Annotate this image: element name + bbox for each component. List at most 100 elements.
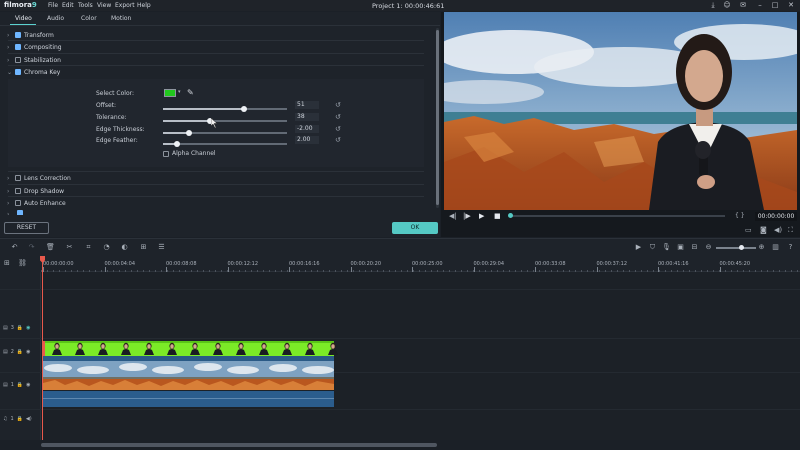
speaker-icon[interactable]: ◀) xyxy=(26,416,32,422)
chevron-right-icon[interactable]: › xyxy=(7,200,15,207)
delete-icon[interactable]: 🗑 xyxy=(46,243,55,252)
desert-clip[interactable] xyxy=(43,377,334,390)
marker-icon[interactable]: ⛉ xyxy=(648,243,657,252)
tolerance-slider[interactable] xyxy=(163,117,287,124)
menu-edit[interactable]: Edit xyxy=(62,2,74,9)
edge-feather-slider[interactable] xyxy=(163,140,287,147)
stop-icon[interactable]: ■ xyxy=(494,212,501,220)
checkbox-transform[interactable] xyxy=(15,32,21,38)
speed-icon[interactable]: ◔ xyxy=(102,243,111,252)
step-back-icon[interactable]: ◀| xyxy=(449,212,457,220)
checkbox-compositing[interactable] xyxy=(15,44,21,50)
lock-icon[interactable]: 🔒 xyxy=(17,382,23,388)
detach-icon[interactable]: ⊟ xyxy=(690,243,699,252)
mail-icon[interactable]: ✉ xyxy=(738,1,748,10)
track-header-video-1[interactable]: ▤ 1 🔒 ◉ xyxy=(3,382,31,388)
reset-tolerance-icon[interactable]: ↺ xyxy=(335,113,343,121)
voiceover-icon[interactable]: ▣ xyxy=(676,243,685,252)
undo-icon[interactable]: ↶ xyxy=(10,243,19,252)
audio-clip[interactable] xyxy=(43,391,334,407)
edge-feather-value[interactable]: 2.00 xyxy=(295,136,319,144)
section-auto-enhance[interactable]: › Auto Enhance xyxy=(7,197,66,209)
reset-edge-feather-icon[interactable]: ↺ xyxy=(335,136,343,144)
link-icon[interactable]: ⛓ xyxy=(18,259,27,267)
render-icon[interactable]: ▶ xyxy=(634,243,643,252)
green-screen-icon[interactable]: ⊞ xyxy=(139,243,148,252)
section-chroma-key[interactable]: ⌄ Chroma Key xyxy=(7,66,60,78)
timeline-scrollbar[interactable] xyxy=(41,443,437,447)
color-swatch[interactable] xyxy=(164,89,176,97)
eye-icon[interactable]: ◉ xyxy=(26,382,30,388)
reset-button[interactable]: RESET xyxy=(4,222,49,234)
sky-clip[interactable] xyxy=(43,361,334,377)
crop-icon[interactable]: ⌗ xyxy=(84,243,93,252)
add-track-icon[interactable]: ⊞ xyxy=(4,259,10,267)
tab-motion[interactable]: Motion xyxy=(111,15,131,22)
playback-scrubber-knob[interactable] xyxy=(508,213,513,218)
user-icon[interactable]: ☺ xyxy=(722,1,732,10)
section-compositing[interactable]: › Compositing xyxy=(7,41,62,53)
menu-file[interactable]: File xyxy=(48,2,58,9)
menu-export[interactable]: Export xyxy=(115,2,135,9)
display-settings-icon[interactable]: ▭ xyxy=(745,226,752,234)
slider-track[interactable] xyxy=(163,143,287,145)
mark-in-out-icon[interactable]: { } xyxy=(735,212,745,219)
minimize-icon[interactable]: – xyxy=(755,1,765,10)
zoom-slider-knob[interactable] xyxy=(739,245,744,250)
playhead[interactable] xyxy=(42,256,43,440)
checkbox-auto-enhance[interactable] xyxy=(15,200,21,206)
chevron-right-icon[interactable]: › xyxy=(7,44,15,51)
tab-color[interactable]: Color xyxy=(81,15,97,22)
track-header-video-3[interactable]: ▤ 3 🔒 ◉ xyxy=(3,325,31,331)
menu-help[interactable]: Help xyxy=(137,2,151,9)
redo-icon[interactable]: ↷ xyxy=(27,243,36,252)
cut-icon[interactable]: ✂ xyxy=(65,243,74,252)
slider-knob[interactable] xyxy=(240,106,247,112)
reset-offset-icon[interactable]: ↺ xyxy=(335,101,343,109)
checkbox-chroma-key[interactable] xyxy=(15,69,21,75)
track-header-audio-1[interactable]: ♫ 1 🔒 ◀) xyxy=(3,416,32,422)
menu-tools[interactable]: Tools xyxy=(78,2,93,9)
checkbox-alpha-channel[interactable] xyxy=(163,150,169,157)
audio-mixer-icon[interactable]: ☰ xyxy=(157,243,166,252)
maximize-icon[interactable]: □ xyxy=(770,1,780,10)
chevron-right-icon[interactable]: › xyxy=(7,32,15,39)
lock-icon[interactable]: 🔒 xyxy=(17,349,23,355)
snap-icon[interactable]: ▥ xyxy=(771,243,780,252)
color-dropdown-icon[interactable]: ▾ xyxy=(178,89,181,95)
microphone-icon[interactable]: 🎙 xyxy=(662,243,671,252)
play-icon[interactable]: ▶ xyxy=(479,212,484,220)
eye-icon[interactable]: ◉ xyxy=(26,349,30,355)
panel-scrollbar-thumb[interactable] xyxy=(436,30,439,205)
chevron-right-icon[interactable]: › xyxy=(7,57,15,64)
edge-thickness-value[interactable]: -2.00 xyxy=(295,125,319,133)
lock-icon[interactable]: 🔒 xyxy=(17,325,23,331)
checkbox-drop-shadow[interactable] xyxy=(15,188,21,194)
tab-video[interactable]: Video xyxy=(15,15,32,22)
offset-slider[interactable] xyxy=(163,105,287,112)
fullscreen-icon[interactable]: ⛶ xyxy=(788,226,793,235)
zoom-in-icon[interactable]: ⊕ xyxy=(757,243,766,252)
preview-viewer[interactable] xyxy=(444,12,797,210)
track-header-video-2[interactable]: ▤ 2 🔒 ◉ xyxy=(3,349,31,355)
slider-knob[interactable] xyxy=(186,130,193,136)
chevron-down-icon[interactable]: ⌄ xyxy=(7,69,15,76)
alpha-channel-option[interactable]: Alpha Channel xyxy=(163,150,216,157)
chevron-right-icon[interactable]: › xyxy=(7,188,15,195)
close-icon[interactable]: ✕ xyxy=(786,1,796,10)
color-icon[interactable]: ◐ xyxy=(120,243,129,252)
checkbox-lens-correction[interactable] xyxy=(15,175,21,181)
previous-frame-icon[interactable]: |▶ xyxy=(463,212,471,220)
tolerance-value[interactable]: 38 xyxy=(295,113,319,121)
chevron-right-icon[interactable]: › xyxy=(7,175,15,182)
offset-value[interactable]: 51 xyxy=(295,101,319,109)
ok-button[interactable]: OK xyxy=(392,222,438,234)
help-icon[interactable]: ? xyxy=(786,243,795,252)
tab-audio[interactable]: Audio xyxy=(47,15,64,22)
menu-view[interactable]: View xyxy=(97,2,111,9)
checkbox-stabilization[interactable] xyxy=(15,57,21,63)
edge-thickness-slider[interactable] xyxy=(163,129,287,136)
lock-icon[interactable]: 🔒 xyxy=(17,416,23,422)
volume-icon[interactable]: ◀) xyxy=(774,226,782,234)
section-lens-correction[interactable]: › Lens Correction xyxy=(7,172,71,184)
